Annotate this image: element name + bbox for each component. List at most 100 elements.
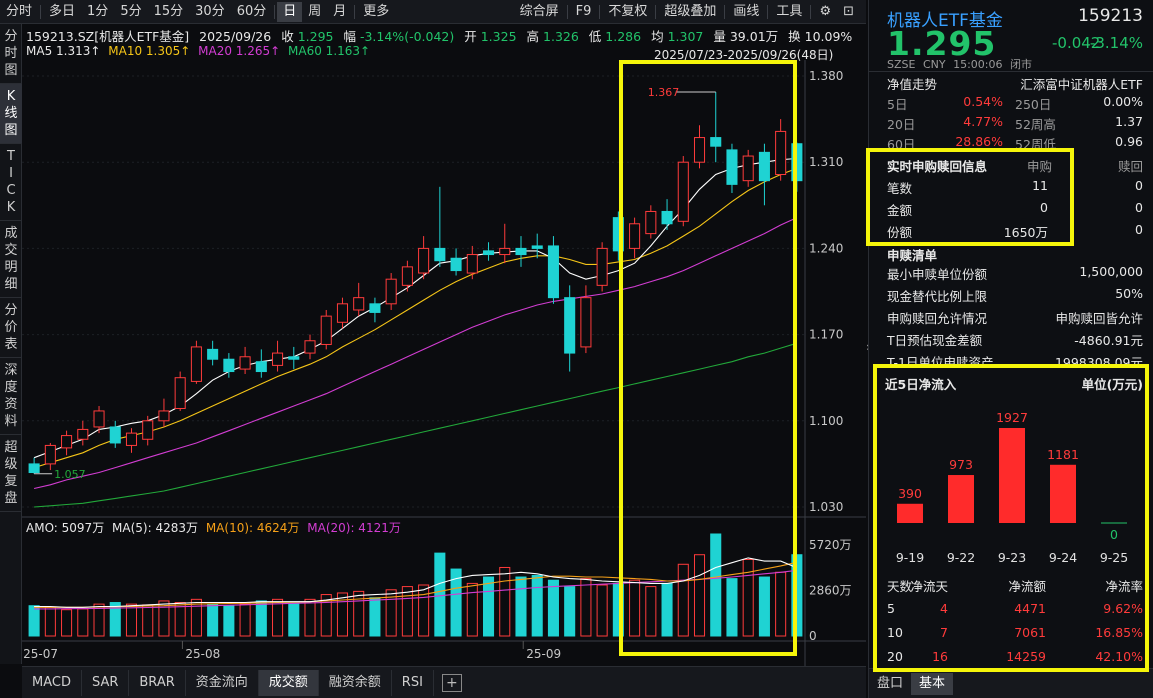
candle-body[interactable] — [255, 361, 267, 373]
period-tab[interactable]: 周 — [302, 2, 327, 22]
candle-body[interactable] — [401, 266, 413, 286]
inflow-bar — [999, 428, 1025, 523]
indicator-tab[interactable]: 成交额 — [258, 669, 319, 696]
period-tab[interactable]: 日 — [277, 1, 303, 22]
candle-body[interactable] — [645, 210, 657, 235]
candle-body[interactable] — [726, 149, 738, 185]
inflow-table-header: 天数 — [887, 579, 913, 594]
candle-body[interactable] — [791, 143, 803, 182]
toolbar-separator — [767, 5, 769, 19]
period-tab[interactable]: 60分 — [231, 2, 273, 22]
candle-body[interactable] — [125, 432, 138, 446]
amount-bar — [466, 582, 478, 637]
candle-body[interactable] — [336, 303, 348, 323]
candle-body[interactable] — [466, 254, 478, 274]
candle-body[interactable] — [385, 278, 397, 305]
inflow-days: 10 — [887, 625, 903, 640]
period-tab[interactable]: 月 — [327, 2, 352, 22]
candle-body[interactable] — [710, 137, 722, 147]
candle-body[interactable] — [450, 257, 462, 272]
indicator-tab[interactable]: MACD — [22, 669, 82, 696]
amount-bar — [612, 582, 624, 637]
candle-body[interactable] — [499, 247, 511, 256]
candle-body[interactable] — [547, 245, 559, 299]
candle-body[interactable] — [223, 358, 235, 373]
add-indicator-icon[interactable]: + — [441, 673, 462, 692]
candle-body[interactable] — [661, 210, 673, 225]
candle-body[interactable] — [353, 297, 365, 311]
amount-bar — [726, 578, 738, 637]
candle-body[interactable] — [434, 247, 446, 262]
candle-body[interactable] — [369, 303, 381, 313]
candle-body[interactable] — [758, 151, 770, 182]
vtab-item[interactable]: TICK — [0, 144, 22, 221]
toolbar-item[interactable]: 画线 — [727, 2, 765, 22]
nav-title[interactable]: 净值走势 — [887, 77, 937, 92]
candle-body[interactable] — [596, 247, 608, 286]
period-tab[interactable]: 多日 — [43, 2, 81, 22]
indicator-tab[interactable]: 融资余额 — [319, 669, 392, 696]
candle-body[interactable] — [580, 297, 592, 348]
candle-body[interactable] — [612, 217, 624, 252]
amount-bar — [125, 603, 138, 637]
currency: CNY — [922, 58, 946, 71]
candle-body[interactable] — [418, 247, 430, 274]
candle-body[interactable] — [693, 137, 706, 163]
vtab-item[interactable]: 分时图 — [0, 24, 22, 84]
candle-body[interactable] — [742, 155, 754, 182]
panel-tab[interactable]: 盘口 — [869, 673, 911, 695]
indicator-tab[interactable]: 资金流向 — [186, 669, 259, 696]
toolbar-item[interactable]: 综合屏 — [514, 2, 565, 22]
panel-tab[interactable]: 基本 — [911, 672, 954, 695]
indicator-tab[interactable]: SAR — [82, 669, 130, 696]
vtab-item[interactable]: 超级复盘 — [0, 435, 22, 512]
candle-body[interactable] — [515, 247, 527, 256]
settings-gear-icon[interactable]: ⚙ — [813, 2, 837, 22]
candle-body[interactable] — [320, 315, 332, 345]
candle-body[interactable] — [142, 420, 154, 440]
period-tab[interactable]: 更多 — [357, 2, 395, 22]
candle-body[interactable] — [190, 346, 202, 382]
vtab-item[interactable]: 成交明细 — [0, 221, 22, 298]
period-tab[interactable]: 5分 — [114, 2, 147, 22]
candle-body[interactable] — [531, 245, 543, 249]
period-tab[interactable]: 15分 — [148, 2, 190, 22]
candle-body[interactable] — [239, 356, 251, 370]
amount-bar — [369, 597, 381, 637]
candle-body[interactable] — [61, 435, 73, 449]
toolbar-item[interactable]: 不复权 — [602, 2, 653, 22]
candle-body[interactable] — [93, 410, 105, 428]
candle-body[interactable] — [775, 130, 787, 176]
vtab-item[interactable]: 分价表 — [0, 298, 22, 358]
perf-value-2: 0.96 — [1115, 134, 1143, 149]
candle-body[interactable] — [304, 340, 316, 354]
expand-icon[interactable]: ⊡ — [837, 2, 860, 22]
kline-chart[interactable]: 1.380 1.310 1.240 1.170 1.100 1.030 5720万 2860万… — [22, 24, 866, 666]
indicator-tab[interactable]: BRAR — [129, 669, 186, 696]
candle-body[interactable] — [483, 250, 495, 256]
vtab-item[interactable]: 深度资料 — [0, 358, 22, 435]
candle-body[interactable] — [77, 428, 89, 440]
candle-body[interactable] — [564, 297, 576, 354]
fund-company: 汇添富中证机器人ETF — [1020, 77, 1143, 92]
indicator-tabs: MACD SAR BRAR 资金流向 成交额 融资余额 RSI + — [22, 666, 866, 698]
toolbar-item[interactable]: 超级叠加 — [658, 2, 722, 22]
candle-body[interactable] — [44, 444, 56, 465]
candle-body[interactable] — [158, 410, 170, 422]
period-tab[interactable]: 1分 — [81, 2, 114, 22]
period-tab[interactable]: 30分 — [189, 2, 231, 22]
candle-body[interactable] — [629, 223, 641, 249]
toolbar-item[interactable]: F9 — [570, 2, 598, 22]
candle-body[interactable] — [288, 356, 300, 360]
candle-body[interactable] — [109, 426, 121, 444]
indicator-tab[interactable]: RSI — [392, 669, 434, 696]
candle-body[interactable] — [28, 463, 40, 474]
vtab-item[interactable]: K线图 — [0, 84, 22, 144]
toolbar-item[interactable]: 工具 — [770, 2, 808, 22]
period-tab[interactable]: 分时 — [0, 2, 38, 22]
amount-bar — [775, 571, 787, 637]
candle-body[interactable] — [677, 161, 689, 222]
candle-body[interactable] — [272, 352, 284, 366]
candle-body[interactable] — [174, 377, 186, 409]
candle-body[interactable] — [207, 348, 219, 360]
